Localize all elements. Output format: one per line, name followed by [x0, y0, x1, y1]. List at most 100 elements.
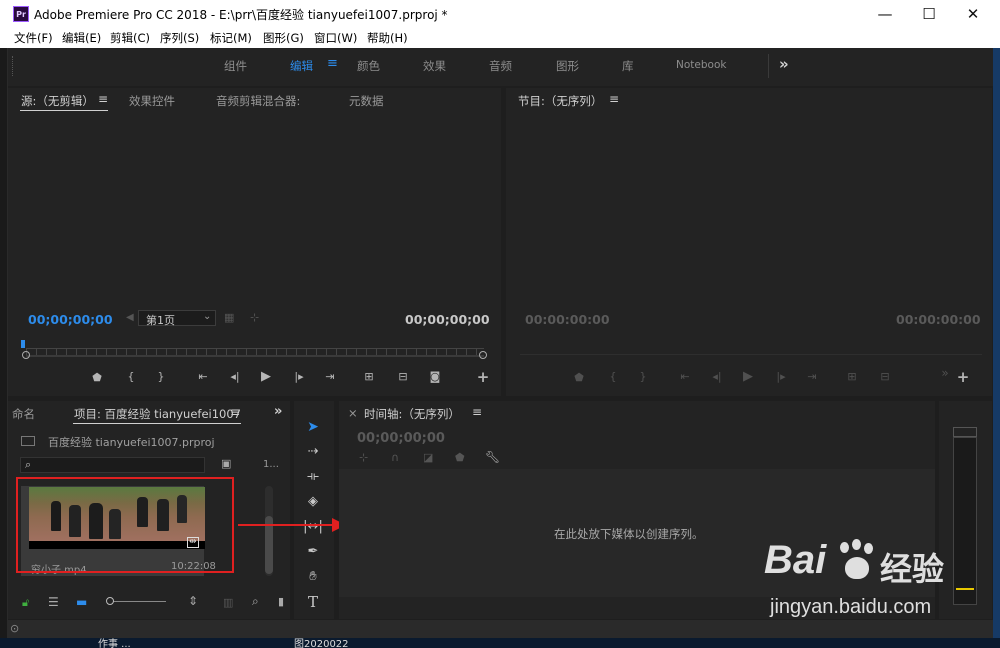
step-back-icon[interactable]: ◂| [226, 370, 244, 383]
workspace-color[interactable]: 颜色 [357, 58, 380, 74]
menu-edit[interactable]: 编辑(E) [62, 30, 101, 46]
tab-previous[interactable]: 命名 [12, 406, 35, 422]
insert-icon[interactable]: ⊞ [360, 370, 378, 383]
find-icon[interactable]: ⌕ [252, 594, 259, 609]
step-forward-icon[interactable]: |▸ [290, 370, 308, 383]
nest-icon[interactable]: ⊹ [359, 451, 368, 464]
razor-tool-icon[interactable]: ◈ [302, 492, 324, 512]
new-bin-icon[interactable]: ▮ [278, 595, 284, 608]
list-view-icon[interactable]: ☰ [48, 595, 59, 609]
baidu-jingyan-watermark: Bai 经验 jingyan.baidu.com [764, 538, 994, 630]
menu-sequence[interactable]: 序列(S) [160, 30, 199, 46]
menu-help[interactable]: 帮助(H) [367, 30, 408, 46]
playhead-marker[interactable] [21, 340, 25, 348]
tab-close-icon[interactable]: × [348, 406, 358, 420]
selection-tool-icon[interactable]: ➤ [302, 417, 324, 437]
workspace-overflow-icon[interactable]: » [779, 55, 789, 73]
workspace-audio[interactable]: 音频 [489, 58, 512, 74]
tab-menu-icon[interactable]: ≡ [472, 405, 482, 419]
zoom-scrollbar[interactable] [26, 355, 484, 357]
zoom-slider[interactable] [106, 597, 166, 605]
workspace-editing[interactable]: 编辑 [290, 58, 313, 74]
icon-view-icon[interactable]: ▬ [76, 595, 87, 609]
minimize-button[interactable]: — [862, 0, 908, 28]
new-bin-from-search-icon[interactable]: ▣ [221, 457, 231, 470]
panel-overflow-icon[interactable]: » [274, 404, 282, 419]
mark-out-icon[interactable]: } [634, 370, 652, 383]
go-to-out-icon[interactable]: ⇥ [321, 370, 339, 383]
tab-timeline[interactable]: 时间轴:（无序列） [364, 406, 460, 422]
go-to-out-icon[interactable]: ⇥ [803, 370, 821, 383]
button-editor-plus-icon[interactable]: + [954, 368, 972, 386]
page-select[interactable]: 第1页 ⌄ [138, 310, 216, 327]
type-tool-icon[interactable]: T [302, 592, 324, 612]
workspace-graphics[interactable]: 图形 [556, 58, 579, 74]
workspace-libraries[interactable]: 库 [622, 58, 634, 74]
close-button[interactable]: ✕ [950, 0, 996, 28]
button-editor-plus-icon[interactable]: + [474, 368, 492, 386]
export-frame-icon[interactable]: ◙ [426, 370, 444, 383]
snap-icon[interactable]: ∩ [391, 451, 399, 464]
vertical-scrollbar[interactable] [265, 486, 273, 576]
sort-icon[interactable]: ⇕ [188, 594, 198, 608]
item-count: 1... [263, 459, 279, 470]
go-to-in-icon[interactable]: ⇤ [676, 370, 694, 383]
lift-icon[interactable]: ⊞ [843, 370, 861, 383]
taskbar-label[interactable]: 图2020022 [294, 638, 349, 648]
fit-icon[interactable]: ▦ [224, 311, 234, 324]
search-icon: ⌕ [25, 458, 32, 471]
overflow-icon[interactable]: » [936, 366, 954, 380]
play-icon[interactable]: ▶ [739, 369, 757, 384]
zoom-handle-right[interactable] [479, 351, 487, 359]
workspace-effects[interactable]: 效果 [423, 58, 446, 74]
time-ruler[interactable] [26, 348, 484, 355]
workspace-notebook[interactable]: Notebook [676, 59, 726, 71]
step-forward-icon[interactable]: |▸ [772, 370, 790, 383]
tab-project[interactable]: 项目: 百度经验 tianyuefei1007 [74, 406, 241, 422]
add-marker-icon[interactable]: ⬟ [455, 451, 465, 464]
tab-effect-controls[interactable]: 效果控件 [129, 93, 175, 109]
workspace-menu-icon[interactable]: ≡ [327, 56, 338, 71]
automate-to-sequence-icon[interactable]: ▥ [223, 596, 233, 609]
tab-menu-icon[interactable]: ≡ [609, 92, 619, 106]
tab-menu-icon[interactable]: ≡ [230, 405, 240, 419]
tab-metadata[interactable]: 元数据 [349, 93, 384, 109]
overwrite-icon[interactable]: ⊟ [394, 370, 412, 383]
pen-tool-icon[interactable]: ✒ [302, 542, 324, 562]
menu-file[interactable]: 文件(F) [14, 30, 53, 46]
tab-source[interactable]: 源:（无剪辑） [21, 93, 94, 109]
slider-handle[interactable] [106, 597, 114, 605]
mark-in-icon[interactable]: { [604, 370, 622, 383]
tab-program[interactable]: 节目:（无序列） [518, 93, 602, 109]
mark-in-icon[interactable]: { [122, 370, 140, 383]
track-select-tool-icon[interactable]: ⇢ [302, 442, 324, 462]
step-back-icon[interactable]: ◂| [708, 370, 726, 383]
source-timecode-playhead[interactable]: 00;00;00;00 [28, 312, 113, 327]
tab-audio-clip-mixer[interactable]: 音频剪辑混合器: [216, 93, 300, 109]
settings-icon[interactable]: ⊹ [250, 311, 259, 324]
play-icon[interactable]: ▶ [257, 369, 275, 384]
go-to-in-icon[interactable]: ⇤ [194, 370, 212, 383]
wrench-icon[interactable]: 🔧︎ [485, 450, 500, 464]
ripple-edit-tool-icon[interactable]: ⟛ [302, 467, 324, 487]
extract-icon[interactable]: ⊟ [876, 370, 894, 383]
zoom-handle-left[interactable] [22, 351, 30, 359]
hand-tool-icon[interactable]: ✋︎ [302, 567, 324, 587]
tab-menu-icon[interactable]: ≡ [98, 92, 108, 106]
menu-graphics[interactable]: 图形(G) [263, 30, 304, 46]
grip-handle[interactable] [12, 56, 15, 76]
lock-icon[interactable]: 🔓︎ [22, 596, 29, 610]
workspace-assembly[interactable]: 组件 [224, 58, 247, 74]
slip-tool-icon[interactable]: |↔| [302, 517, 324, 537]
menu-window[interactable]: 窗口(W) [314, 30, 357, 46]
page-prev-icon[interactable]: ◀ [126, 312, 134, 323]
menu-clip[interactable]: 剪辑(C) [110, 30, 150, 46]
linked-selection-icon[interactable]: ◪ [423, 451, 433, 464]
maximize-button[interactable]: ☐ [906, 0, 952, 28]
add-marker-icon[interactable]: ⬟ [570, 371, 588, 384]
taskbar-label[interactable]: 作事 ... [98, 638, 131, 648]
add-marker-icon[interactable]: ⬟ [88, 371, 106, 384]
search-input[interactable]: ⌕ [20, 457, 205, 473]
menu-marker[interactable]: 标记(M) [210, 30, 252, 46]
mark-out-icon[interactable]: } [152, 370, 170, 383]
